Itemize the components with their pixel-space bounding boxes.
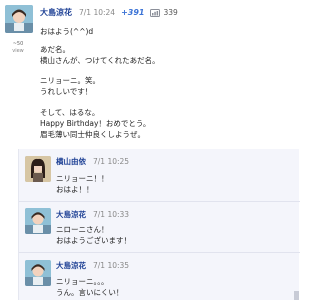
- avatar[interactable]: [25, 208, 51, 234]
- post-line: 横山さんが、つけてくれたあだ名。: [40, 56, 160, 65]
- comment-line: ニリョーニ。。。: [56, 277, 109, 286]
- plus-count[interactable]: +391: [121, 8, 144, 17]
- view-count: 339: [163, 8, 178, 17]
- vote-label: view: [12, 48, 24, 54]
- comment-header: 横山由依 7/1 10:25: [56, 156, 129, 167]
- post-line: そして、はるな。: [40, 108, 100, 117]
- post-line: Happy Birthday！おめでとう。: [40, 119, 151, 128]
- comment-time[interactable]: 7/1 10:35: [93, 261, 129, 270]
- avatar[interactable]: [25, 260, 51, 286]
- main-post: ~50 view 大島涼花 7/1 10:24 +391 339 おはよう(^^…: [0, 0, 299, 142]
- comment-time[interactable]: 7/1 10:25: [93, 157, 129, 166]
- comment-header: 大島涼花 7/1 10:35: [56, 260, 129, 271]
- post-time[interactable]: 7/1 10:24: [79, 8, 115, 17]
- comment-line: ニローニさん！: [56, 225, 109, 234]
- post-line: あだ名。: [40, 45, 70, 54]
- comment-line: おはようございます！: [56, 236, 131, 245]
- post-line: おはよう(^^)d: [40, 27, 94, 36]
- comment-time[interactable]: 7/1 10:33: [93, 210, 129, 219]
- avatar[interactable]: [25, 156, 51, 182]
- comment-line: ニリョーニ！！: [56, 174, 109, 183]
- comment-header: 大島涼花 7/1 10:33: [56, 209, 129, 220]
- comment-thread: 横山由依 7/1 10:25 ニリョーニ！！ おはよ！！ 大島涼花 7/1 10…: [18, 149, 300, 300]
- comment-author[interactable]: 横山由依: [56, 156, 86, 167]
- post-line: ニリョーニ。笑。: [40, 76, 100, 85]
- comment-author[interactable]: 大島涼花: [56, 209, 86, 220]
- comment-line: おはよ！！: [56, 185, 94, 194]
- post-author[interactable]: 大島涼花: [40, 7, 72, 18]
- avatar[interactable]: [5, 5, 33, 33]
- comment-divider: [19, 252, 300, 253]
- comment-author[interactable]: 大島涼花: [56, 260, 86, 271]
- comment-line: うん。言いにくい！: [56, 288, 124, 297]
- scrollbar[interactable]: [294, 291, 299, 300]
- eye-icon: [150, 8, 161, 17]
- comment-divider: [19, 201, 300, 202]
- post-line: 眉毛薄い同士仲良くしようぜ。: [40, 130, 145, 139]
- post-line: うれしいです！: [40, 87, 93, 96]
- vote-count: ~50: [12, 41, 24, 47]
- post-header: 大島涼花 7/1 10:24 +391 339: [40, 7, 178, 18]
